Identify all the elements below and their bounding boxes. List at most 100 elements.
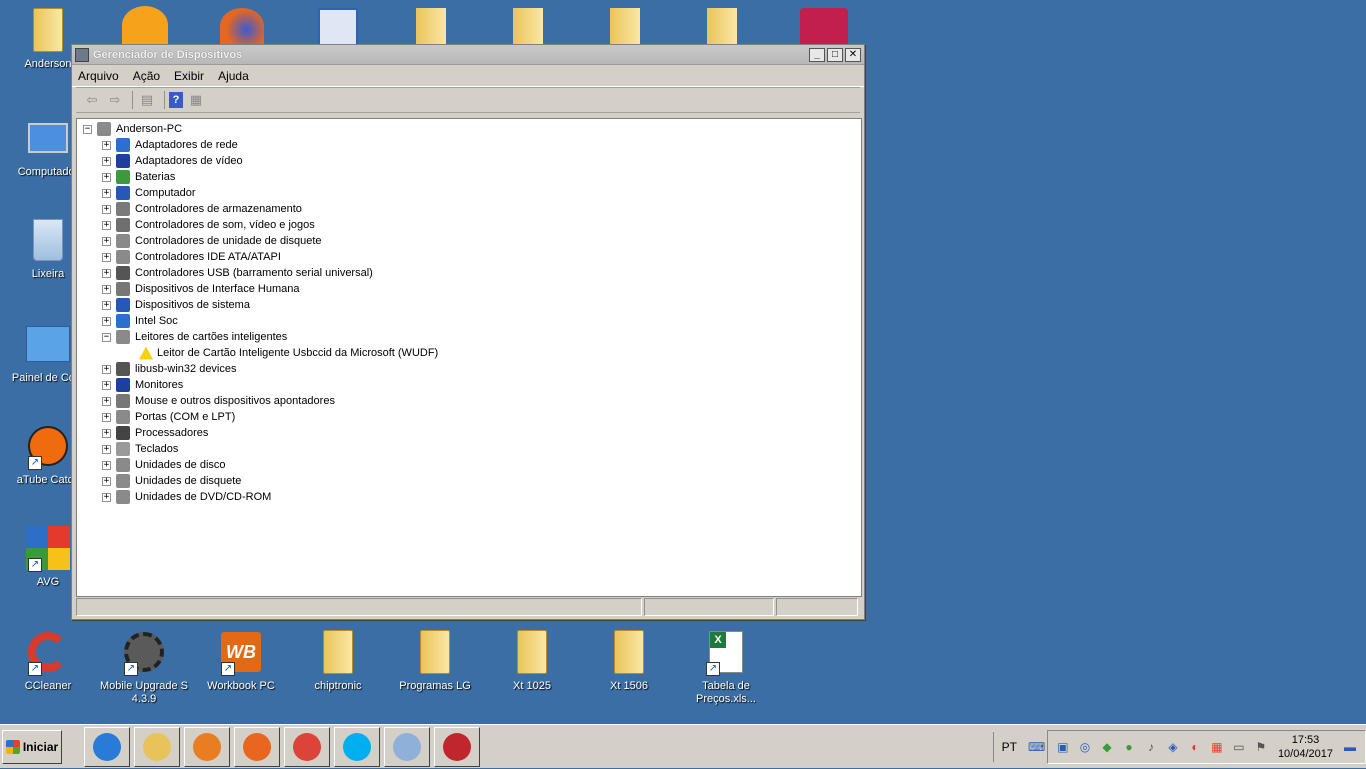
device-category[interactable]: + Teclados: [77, 441, 861, 457]
expand-icon[interactable]: +: [102, 284, 111, 294]
expand-icon[interactable]: +: [102, 396, 111, 406]
device-category[interactable]: + Monitores: [77, 377, 861, 393]
taskbar-button-paint[interactable]: [384, 726, 430, 767]
desktop-icon-workbook[interactable]: WB ↗ Workbook PC: [193, 628, 289, 693]
title-bar[interactable]: Gerenciador de Dispositivos _ □ ✕: [72, 45, 864, 65]
sync-icon[interactable]: [318, 8, 358, 44]
device-category-icon: [116, 138, 130, 152]
device-category[interactable]: + Unidades de disco: [77, 457, 861, 473]
expand-icon[interactable]: +: [102, 444, 111, 454]
folder-icon[interactable]: [416, 8, 446, 44]
minimize-button[interactable]: _: [809, 47, 825, 62]
device-category[interactable]: + Dispositivos de Interface Humana: [77, 281, 861, 297]
expand-icon[interactable]: +: [102, 252, 111, 262]
expand-icon[interactable]: +: [102, 380, 111, 390]
taskbar-button-firefox[interactable]: [234, 726, 280, 767]
device-category[interactable]: + libusb-win32 devices: [77, 361, 861, 377]
device-category[interactable]: + Controladores de armazenamento: [77, 201, 861, 217]
menu-acao[interactable]: Ação: [133, 69, 160, 83]
desktop-icon-xt1506[interactable]: Xt 1506: [581, 628, 677, 693]
folder-icon[interactable]: [707, 8, 737, 44]
expand-icon[interactable]: +: [102, 412, 111, 422]
device-category[interactable]: + Adaptadores de rede: [77, 137, 861, 153]
avg-tray-icon[interactable]: ●: [1121, 739, 1137, 755]
device-category[interactable]: + Dispositivos de sistema: [77, 297, 861, 313]
device-category[interactable]: + Controladores IDE ATA/ATAPI: [77, 249, 861, 265]
firefox-icon[interactable]: [220, 8, 264, 44]
expand-icon[interactable]: +: [102, 188, 111, 198]
expand-icon[interactable]: +: [102, 236, 111, 246]
device-category[interactable]: + Controladores USB (barramento serial un…: [77, 265, 861, 281]
start-button[interactable]: Iniciar: [2, 729, 62, 764]
shield-tray-icon[interactable]: ◆: [1099, 739, 1115, 755]
device-category[interactable]: + Unidades de DVD/CD-ROM: [77, 489, 861, 505]
close-button[interactable]: ✕: [845, 47, 861, 62]
app-icon-pink[interactable]: [800, 8, 848, 44]
expand-icon[interactable]: +: [102, 476, 111, 486]
device-category[interactable]: + Intel Soc: [77, 313, 861, 329]
taskbar-button-skype[interactable]: [334, 726, 380, 767]
device-item[interactable]: Leitor de Cartão Inteligente Usbccid da …: [77, 345, 861, 361]
desktop-icon-tabela-precos[interactable]: X ↗ Tabela de Preços.xls...: [678, 628, 774, 706]
volume-icon[interactable]: ♪: [1143, 739, 1159, 755]
device-category[interactable]: + Controladores de som, vídeo e jogos: [77, 217, 861, 233]
expand-icon[interactable]: +: [102, 300, 111, 310]
show-hide-console-tree-icon[interactable]: ▤: [137, 91, 157, 109]
show-desktop-icon[interactable]: ▬: [1342, 739, 1358, 755]
back-arrow-icon[interactable]: ⇦: [82, 91, 102, 109]
taskbar-button-toolbox[interactable]: [434, 726, 480, 767]
expand-icon[interactable]: +: [102, 492, 111, 502]
menu-arquivo[interactable]: Arquivo: [78, 69, 119, 83]
device-category[interactable]: + Adaptadores de vídeo: [77, 153, 861, 169]
help-icon[interactable]: ?: [169, 92, 183, 108]
desktop-icon-chiptronic[interactable]: chiptronic: [290, 628, 386, 693]
expand-icon[interactable]: +: [102, 172, 111, 182]
taskbar-button-media-player[interactable]: [184, 726, 230, 767]
network-tray-icon[interactable]: ▣: [1055, 739, 1071, 755]
desktop-icon-top-2[interactable]: [122, 6, 168, 44]
action-center-flag-icon[interactable]: ⚑: [1253, 739, 1269, 755]
device-category[interactable]: + Portas (COM e LPT): [77, 409, 861, 425]
device-category[interactable]: + Computador: [77, 185, 861, 201]
expand-icon[interactable]: +: [102, 204, 111, 214]
expand-icon[interactable]: +: [102, 140, 111, 150]
menu-ajuda[interactable]: Ajuda: [218, 69, 249, 83]
device-category[interactable]: − Leitores de cartões inteligentes: [77, 329, 861, 345]
keyboard-icon[interactable]: ⌨: [1028, 739, 1045, 755]
properties-icon[interactable]: ▦: [186, 91, 206, 109]
device-category[interactable]: + Processadores: [77, 425, 861, 441]
device-category[interactable]: + Baterias: [77, 169, 861, 185]
sync-tray-icon[interactable]: ◎: [1077, 739, 1093, 755]
taskbar-button-chrome[interactable]: [284, 726, 330, 767]
expand-icon[interactable]: +: [102, 460, 111, 470]
clock[interactable]: 17:53 10/04/2017: [1272, 733, 1339, 761]
desktop-icon-xt1025[interactable]: Xt 1025: [484, 628, 580, 693]
collapse-icon[interactable]: −: [83, 124, 92, 134]
forward-arrow-icon[interactable]: ⇨: [105, 91, 125, 109]
expand-icon[interactable]: +: [102, 316, 111, 326]
desktop-icon-mobile-upgrade[interactable]: ↗ Mobile Upgrade S 4.3.9: [96, 628, 192, 706]
taskbar-button-file-explorer[interactable]: [134, 726, 180, 767]
expand-icon[interactable]: +: [102, 428, 111, 438]
device-category[interactable]: + Unidades de disquete: [77, 473, 861, 489]
taskbar-button-internet-explorer[interactable]: [84, 726, 130, 767]
expand-icon[interactable]: +: [102, 364, 111, 374]
language-indicator[interactable]: PT: [992, 732, 1025, 762]
windows-tray-icon[interactable]: ▦: [1209, 739, 1225, 755]
updates-tray-icon[interactable]: ◈: [1165, 739, 1181, 755]
maximize-button[interactable]: □: [827, 47, 843, 62]
desktop-icon-programas-lg[interactable]: Programas LG: [387, 628, 483, 693]
collapse-icon[interactable]: −: [102, 332, 111, 342]
device-category[interactable]: + Mouse e outros dispositivos apontadores: [77, 393, 861, 409]
expand-icon[interactable]: +: [102, 220, 111, 230]
device-category[interactable]: + Controladores de unidade de disquete: [77, 233, 861, 249]
folder-icon[interactable]: [513, 8, 543, 44]
desktop-icon-ccleaner[interactable]: ↗ CCleaner: [0, 628, 96, 693]
folder-icon[interactable]: [610, 8, 640, 44]
tree-root[interactable]: − Anderson-PC: [77, 121, 861, 137]
menu-exibir[interactable]: Exibir: [174, 69, 204, 83]
display-tray-icon[interactable]: ▭: [1231, 739, 1247, 755]
ccleaner-tray-icon[interactable]: ◐: [1187, 739, 1203, 755]
expand-icon[interactable]: +: [102, 268, 111, 278]
expand-icon[interactable]: +: [102, 156, 111, 166]
